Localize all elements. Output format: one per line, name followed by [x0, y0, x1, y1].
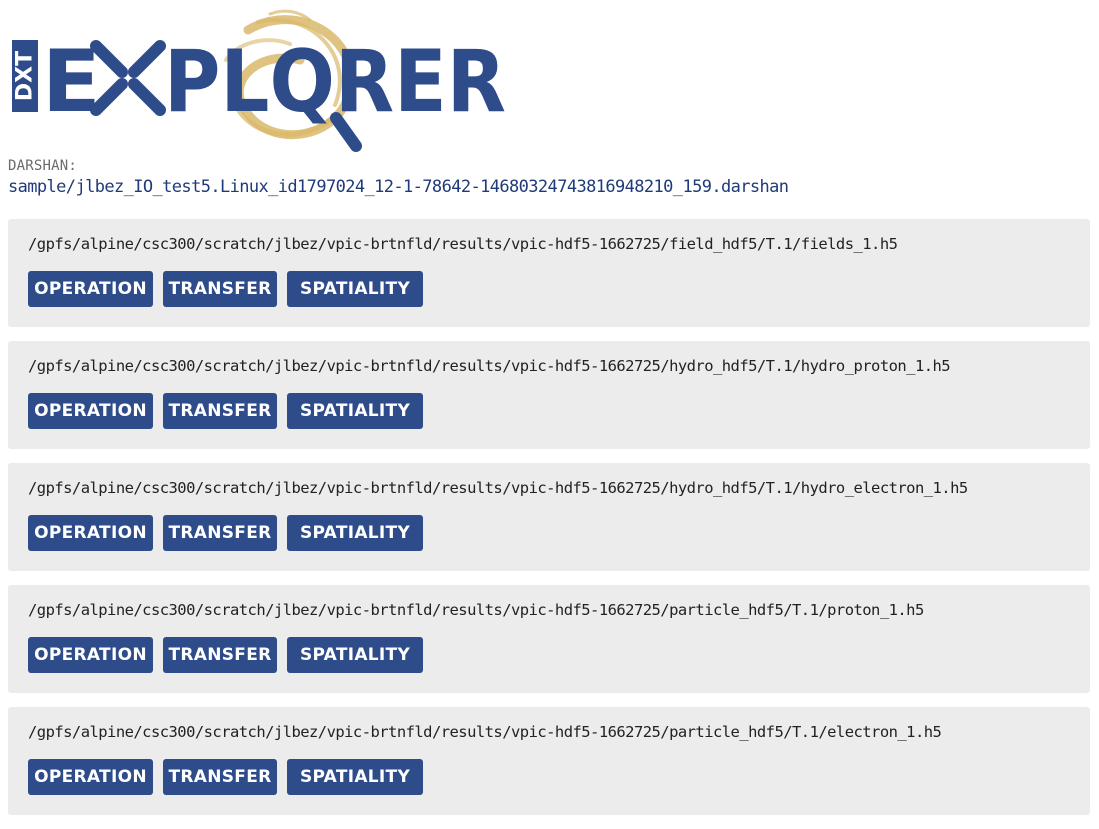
file-path: /gpfs/alpine/csc300/scratch/jlbez/vpic-b… — [28, 601, 924, 619]
transfer-button[interactable]: TRANSFER — [163, 637, 277, 673]
file-card-list: /gpfs/alpine/csc300/scratch/jlbez/vpic-b… — [8, 219, 1090, 829]
operation-button[interactable]: OPERATION — [28, 271, 153, 307]
spatiality-button[interactable]: SPATIALITY — [287, 759, 423, 795]
darshan-label: DARSHAN: — [8, 158, 78, 174]
file-path: /gpfs/alpine/csc300/scratch/jlbez/vpic-b… — [28, 723, 942, 741]
operation-button[interactable]: OPERATION — [28, 393, 153, 429]
transfer-button[interactable]: TRANSFER — [163, 515, 277, 551]
x-arrows-icon — [90, 40, 166, 116]
file-path: /gpfs/alpine/csc300/scratch/jlbez/vpic-b… — [28, 479, 968, 497]
file-actions: OPERATION TRANSFER SPATIALITY — [28, 637, 423, 673]
file-card: /gpfs/alpine/csc300/scratch/jlbez/vpic-b… — [8, 341, 1090, 449]
file-card: /gpfs/alpine/csc300/scratch/jlbez/vpic-b… — [8, 219, 1090, 327]
spatiality-button[interactable]: SPATIALITY — [287, 271, 423, 307]
dxt-badge: DXT — [12, 40, 38, 112]
file-card: /gpfs/alpine/csc300/scratch/jlbez/vpic-b… — [8, 585, 1090, 693]
operation-button[interactable]: OPERATION — [28, 515, 153, 551]
file-card: /gpfs/alpine/csc300/scratch/jlbez/vpic-b… — [8, 707, 1090, 815]
file-path: /gpfs/alpine/csc300/scratch/jlbez/vpic-b… — [28, 235, 898, 253]
transfer-button[interactable]: TRANSFER — [163, 759, 277, 795]
transfer-button[interactable]: TRANSFER — [163, 271, 277, 307]
file-actions: OPERATION TRANSFER SPATIALITY — [28, 393, 423, 429]
file-actions: OPERATION TRANSFER SPATIALITY — [28, 271, 423, 307]
spatiality-button[interactable]: SPATIALITY — [287, 515, 423, 551]
file-path: /gpfs/alpine/csc300/scratch/jlbez/vpic-b… — [28, 357, 951, 375]
operation-button[interactable]: OPERATION — [28, 637, 153, 673]
dxt-explorer-logo: DXT E PLQRER — [0, 0, 520, 160]
darshan-file-name: sample/jlbez_IO_test5.Linux_id1797024_12… — [8, 177, 789, 197]
spatiality-button[interactable]: SPATIALITY — [287, 637, 423, 673]
file-actions: OPERATION TRANSFER SPATIALITY — [28, 759, 423, 795]
dxt-badge-text: DXT — [13, 51, 38, 101]
transfer-button[interactable]: TRANSFER — [163, 393, 277, 429]
operation-button[interactable]: OPERATION — [28, 759, 153, 795]
spatiality-button[interactable]: SPATIALITY — [287, 393, 423, 429]
file-card: /gpfs/alpine/csc300/scratch/jlbez/vpic-b… — [8, 463, 1090, 571]
file-actions: OPERATION TRANSFER SPATIALITY — [28, 515, 423, 551]
